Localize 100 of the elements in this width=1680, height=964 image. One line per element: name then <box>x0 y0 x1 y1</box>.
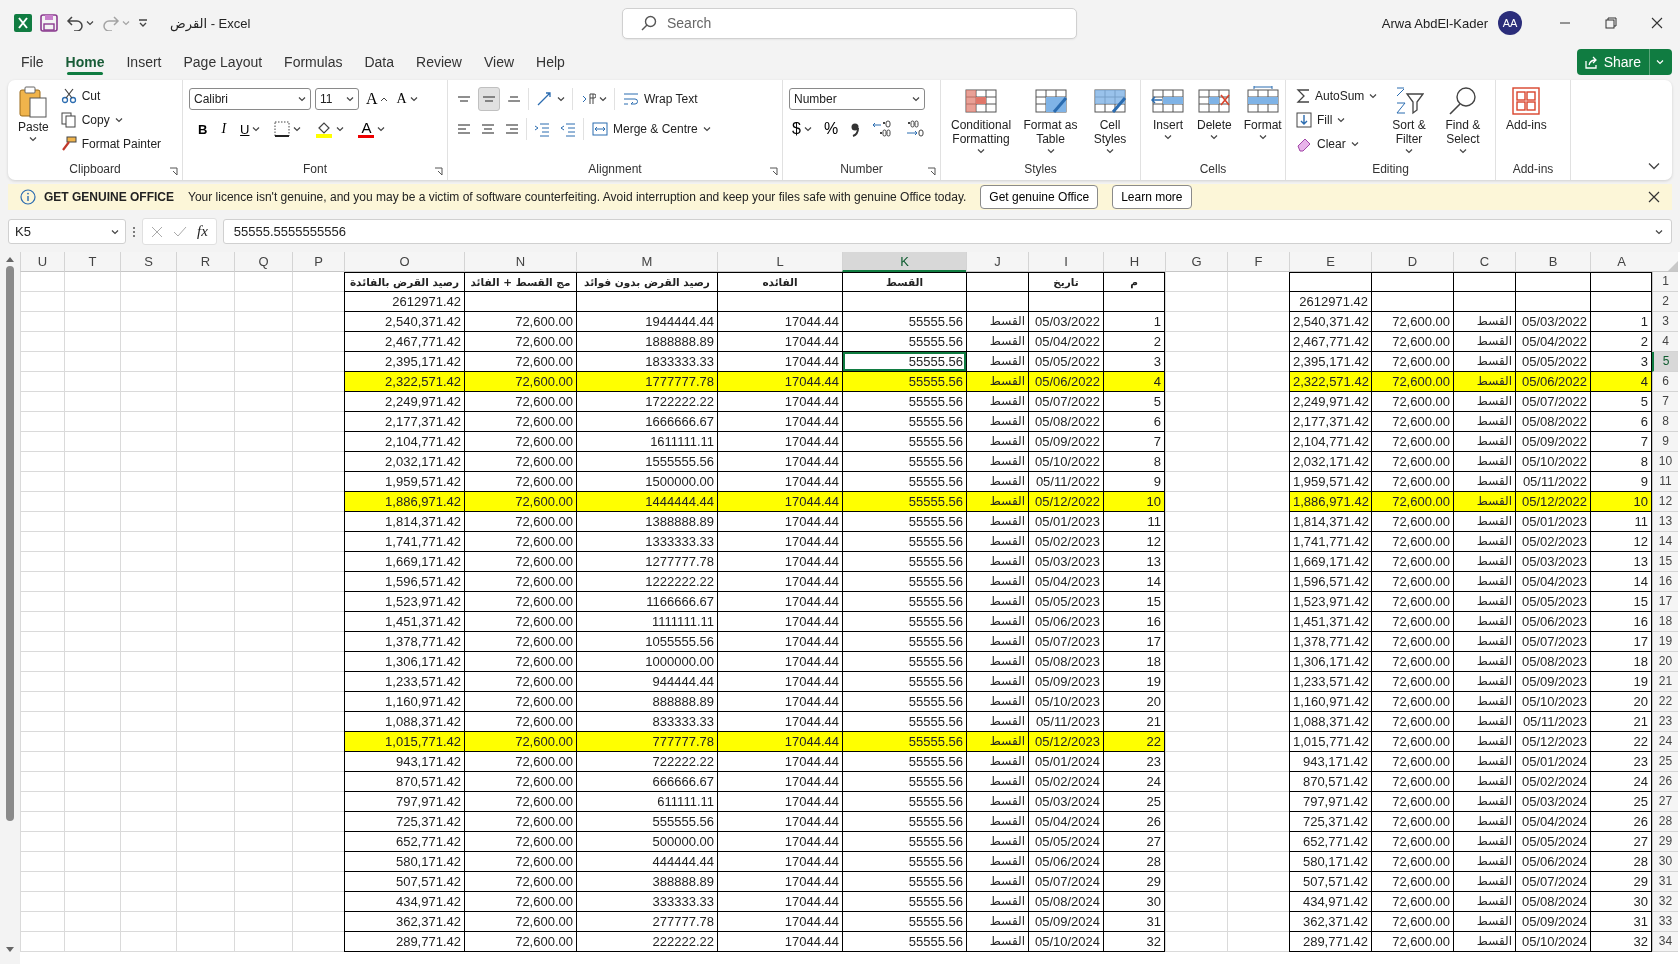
dialog-launcher-icon[interactable] <box>169 167 178 176</box>
ribbon-tab[interactable]: Home <box>54 49 116 75</box>
row-header[interactable]: 12 <box>1652 492 1678 512</box>
conditional-formatting-button[interactable]: Conditional Formatting <box>947 84 1016 160</box>
row-header[interactable]: 17 <box>1652 592 1678 612</box>
search-field[interactable]: Search <box>622 7 1077 39</box>
row-header[interactable]: 4 <box>1652 332 1678 352</box>
row-header[interactable]: 19 <box>1652 632 1678 652</box>
vertical-scrollbar[interactable] <box>0 252 20 964</box>
row-header[interactable]: 18 <box>1652 612 1678 632</box>
notice-button[interactable]: Get genuine Office <box>980 185 1099 209</box>
shrink-font-button[interactable]: A <box>393 87 421 111</box>
check-icon[interactable] <box>173 225 187 238</box>
font-color-button[interactable]: A <box>355 117 389 141</box>
row-header[interactable]: 29 <box>1652 832 1678 852</box>
column-header[interactable]: P <box>292 252 344 272</box>
ribbon-tab[interactable]: Help <box>525 49 576 75</box>
delete-button[interactable]: Delete <box>1193 84 1236 160</box>
collapse-ribbon-icon[interactable] <box>1648 162 1660 170</box>
font-size-dropdown[interactable]: 11 <box>315 88 359 110</box>
row-header[interactable]: 6 <box>1652 372 1678 392</box>
customize-icon[interactable] <box>138 18 148 28</box>
row-header[interactable]: 27 <box>1652 792 1678 812</box>
column-header[interactable]: U <box>20 252 64 272</box>
row-header[interactable]: 9 <box>1652 432 1678 452</box>
restore-icon[interactable] <box>1605 17 1617 29</box>
column-header[interactable]: T <box>64 252 120 272</box>
wrap-text-button[interactable]: Wrap Text <box>619 87 702 111</box>
column-header[interactable]: D <box>1371 252 1453 272</box>
row-header[interactable]: 2 <box>1652 292 1678 312</box>
row-header[interactable]: 3 <box>1652 312 1678 332</box>
row-header[interactable]: 30 <box>1652 852 1678 872</box>
row-header[interactable]: 31 <box>1652 872 1678 892</box>
row-header[interactable]: 24 <box>1652 732 1678 752</box>
row-header[interactable]: 1 <box>1652 272 1678 292</box>
column-header[interactable]: I <box>1028 252 1103 272</box>
ribbon-tab[interactable]: Review <box>405 49 473 75</box>
insert-button[interactable]: Insert <box>1147 84 1189 160</box>
column-header[interactable]: A <box>1590 252 1652 272</box>
row-header[interactable]: 34 <box>1652 932 1678 952</box>
row-header[interactable]: 25 <box>1652 752 1678 772</box>
underline-button[interactable]: U <box>237 117 264 141</box>
row-header[interactable]: 28 <box>1652 812 1678 832</box>
ribbon-tab[interactable]: Formulas <box>273 49 354 75</box>
dialog-launcher-icon[interactable] <box>927 167 936 176</box>
fill-button[interactable]: Fill <box>1292 108 1382 132</box>
name-box[interactable]: K5 <box>8 219 126 244</box>
cell-styles-button[interactable]: Cell Styles <box>1086 84 1134 160</box>
dialog-launcher-icon[interactable] <box>434 167 443 176</box>
format-button[interactable]: Format <box>1239 84 1286 160</box>
column-header[interactable]: R <box>176 252 234 272</box>
column-header[interactable]: N <box>464 252 576 272</box>
italic-button[interactable]: I <box>218 117 230 141</box>
scroll-up-icon[interactable] <box>6 256 14 262</box>
more-options-icon[interactable] <box>132 225 136 238</box>
row-header[interactable]: 21 <box>1652 672 1678 692</box>
percent-button[interactable]: % <box>820 117 842 141</box>
row-header[interactable]: 23 <box>1652 712 1678 732</box>
grow-font-button[interactable]: A <box>363 87 390 111</box>
autosum-button[interactable]: AutoSum <box>1292 84 1382 108</box>
row-header[interactable]: 22 <box>1652 692 1678 712</box>
share-button[interactable]: Share <box>1576 49 1672 75</box>
column-header[interactable]: S <box>120 252 176 272</box>
ribbon-tab[interactable]: Page Layout <box>172 49 274 75</box>
format-as-table-button[interactable]: Format as Table <box>1019 84 1083 160</box>
row-header[interactable]: 14 <box>1652 532 1678 552</box>
close-icon[interactable] <box>1651 17 1663 29</box>
row-header[interactable]: 13 <box>1652 512 1678 532</box>
add-ins-button[interactable]: Add-ins <box>1502 84 1551 160</box>
paste-button[interactable]: Paste <box>14 84 53 160</box>
row-header[interactable]: 15 <box>1652 552 1678 572</box>
scrollbar-thumb[interactable] <box>6 266 14 821</box>
row-header[interactable]: 11 <box>1652 472 1678 492</box>
column-header[interactable]: Q <box>234 252 292 272</box>
row-header[interactable]: 16 <box>1652 572 1678 592</box>
undo-icon[interactable] <box>66 15 84 31</box>
copy-button[interactable]: Copy <box>56 108 166 132</box>
find-select-button[interactable]: Find & Select <box>1436 84 1489 160</box>
format-painter-button[interactable]: Format Painter <box>56 132 166 156</box>
clear-button[interactable]: Clear <box>1292 132 1382 156</box>
row-header[interactable]: 26 <box>1652 772 1678 792</box>
sort-filter-button[interactable]: Sort & Filter <box>1385 84 1433 160</box>
row-header[interactable]: 5 <box>1652 352 1678 372</box>
font-name-dropdown[interactable]: Calibri <box>189 88 311 110</box>
column-header[interactable]: C <box>1453 252 1515 272</box>
column-header[interactable]: O <box>344 252 464 272</box>
column-header[interactable]: L <box>717 252 842 272</box>
row-header[interactable]: 33 <box>1652 912 1678 932</box>
middle-align-button[interactable] <box>478 87 500 111</box>
scroll-down-icon[interactable] <box>6 947 14 953</box>
row-header[interactable]: 20 <box>1652 652 1678 672</box>
row-header[interactable]: 8 <box>1652 412 1678 432</box>
save-icon[interactable] <box>40 14 58 32</box>
currency-button[interactable]: $ <box>789 117 815 141</box>
ribbon-tab[interactable]: File <box>10 49 55 75</box>
insert-function-button[interactable]: fx <box>197 223 208 240</box>
notice-button[interactable]: Learn more <box>1112 185 1192 209</box>
dialog-launcher-icon[interactable] <box>769 167 778 176</box>
ribbon-tab[interactable]: Insert <box>115 49 173 75</box>
ribbon-tab[interactable]: View <box>472 49 526 75</box>
